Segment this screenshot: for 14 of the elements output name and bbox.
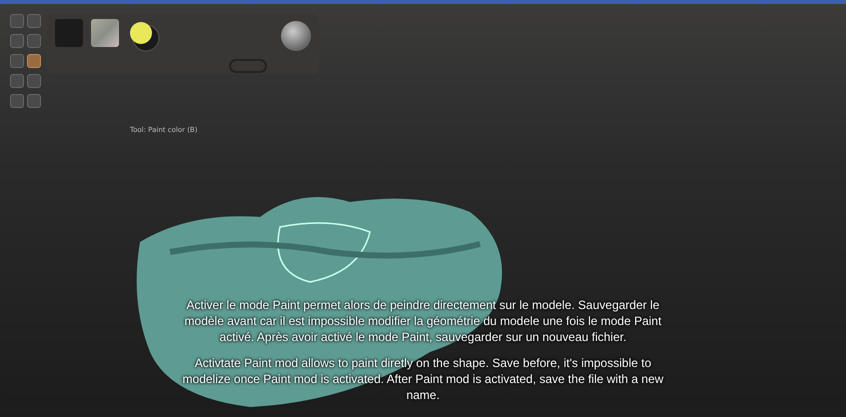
tool-button[interactable]: [10, 94, 24, 108]
tool-button[interactable]: [27, 14, 41, 28]
tool-button[interactable]: [27, 74, 41, 88]
tool-button[interactable]: [10, 74, 24, 88]
tool-button[interactable]: [10, 54, 24, 68]
color-swatch[interactable]: [55, 19, 83, 47]
tool-button[interactable]: [10, 14, 24, 28]
tool-button[interactable]: [27, 54, 41, 68]
light-icon[interactable]: [127, 19, 161, 53]
material-sphere[interactable]: [281, 21, 311, 51]
tool-button[interactable]: [10, 34, 24, 48]
tool-button[interactable]: [27, 34, 41, 48]
tool-button[interactable]: [27, 94, 41, 108]
texture-thumbnail[interactable]: [91, 19, 119, 47]
